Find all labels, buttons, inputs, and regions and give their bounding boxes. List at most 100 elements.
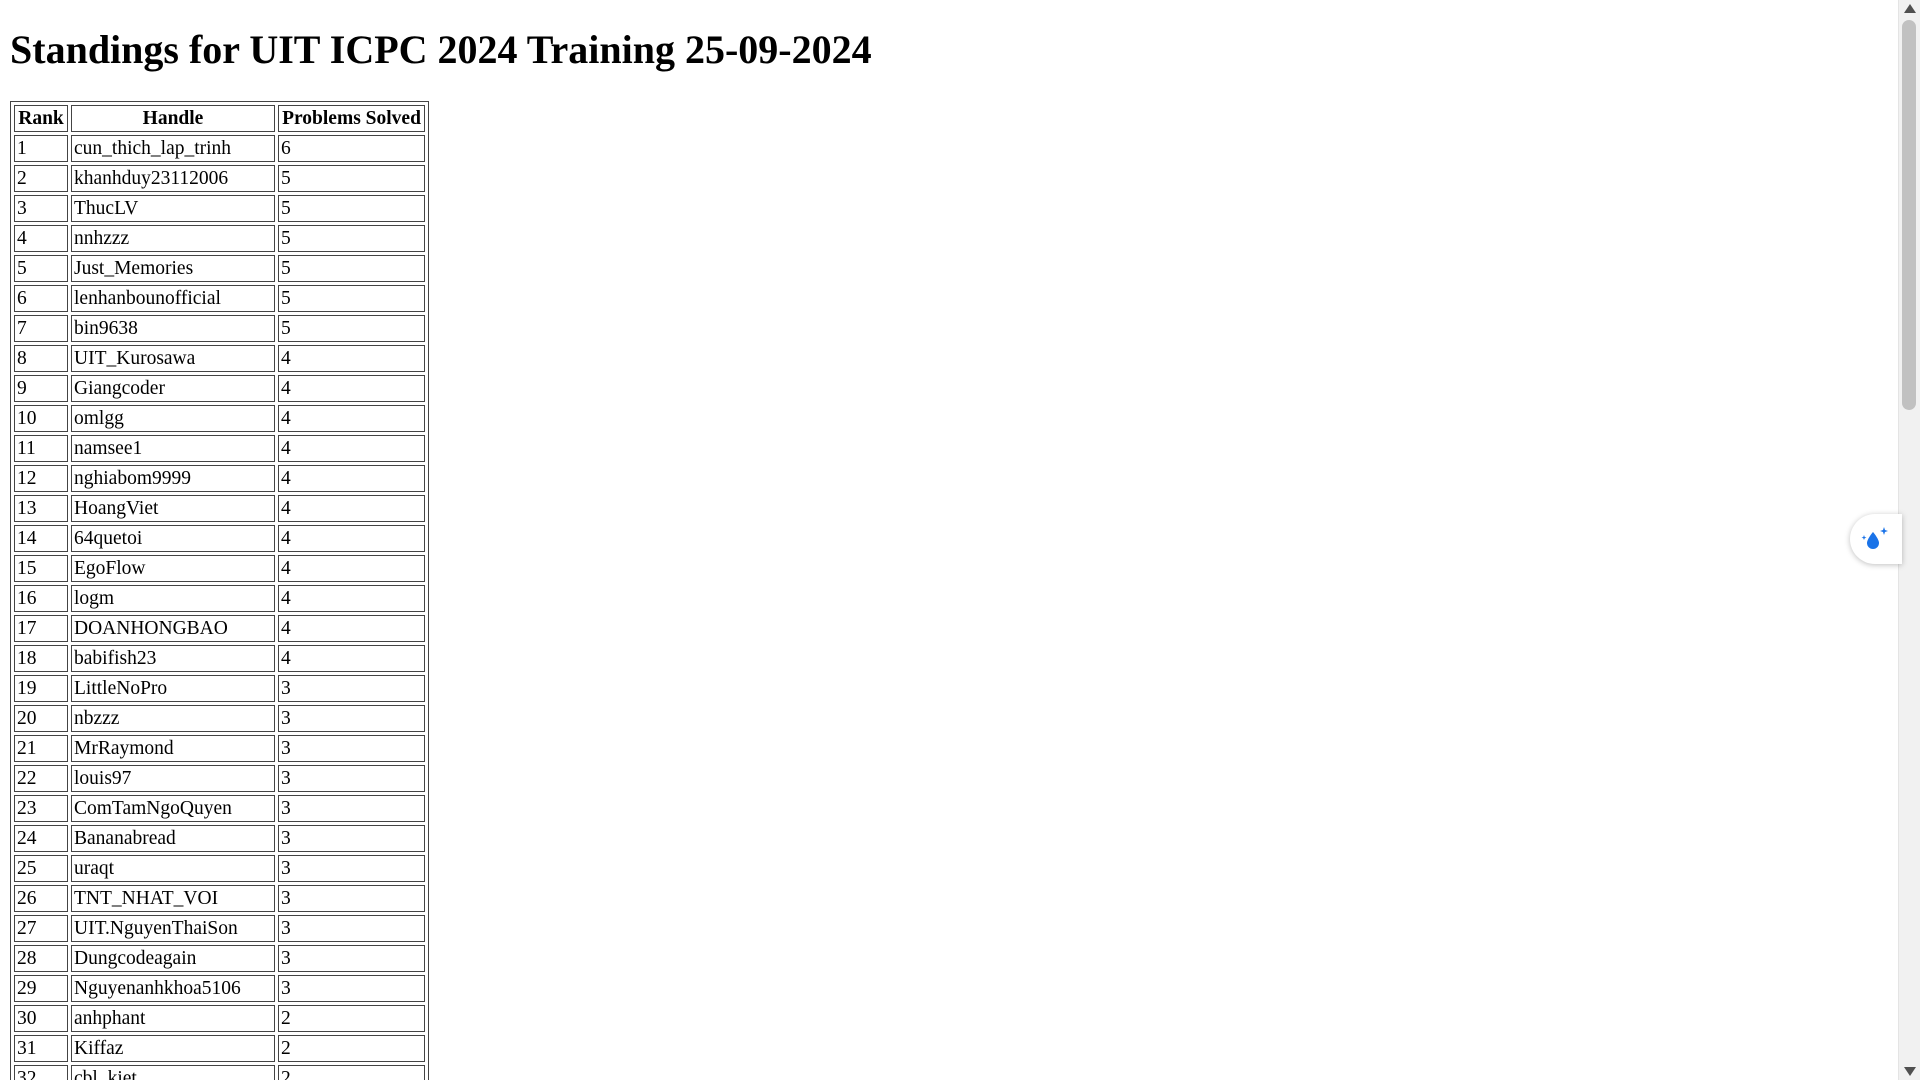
rank-cell: 17 (14, 615, 68, 642)
table-row: 27 UIT.NguyenThaiSon 3 (14, 915, 425, 942)
handle-cell: omlgg (71, 405, 275, 432)
rank-cell: 22 (14, 765, 68, 792)
problems-solved-cell: 5 (278, 195, 425, 222)
problems-solved-cell: 3 (278, 795, 425, 822)
rank-cell: 5 (14, 255, 68, 282)
standings-table: Rank Handle Problems Solved 1 cun_thich_l… (10, 101, 429, 1080)
problems-solved-cell: 3 (278, 915, 425, 942)
rank-cell: 1 (14, 135, 68, 162)
water-drop-sparkle-icon (1861, 527, 1888, 549)
handle-cell: nbzzz (71, 705, 275, 732)
table-row: 2 khanhduy23112006 5 (14, 165, 425, 192)
table-row: 5 Just_Memories 5 (14, 255, 425, 282)
column-header-problems-solved: Problems Solved (278, 105, 425, 132)
scroll-down-arrow-icon[interactable] (1904, 1067, 1916, 1076)
table-row: 15 EgoFlow 4 (14, 555, 425, 582)
table-row: 3 ThucLV 5 (14, 195, 425, 222)
handle-cell: nnhzzz (71, 225, 275, 252)
rank-cell: 20 (14, 705, 68, 732)
rank-cell: 11 (14, 435, 68, 462)
problems-solved-cell: 3 (278, 885, 425, 912)
table-header-row: Rank Handle Problems Solved (14, 105, 425, 132)
problems-solved-cell: 4 (278, 645, 425, 672)
problems-solved-cell: 4 (278, 555, 425, 582)
problems-solved-cell: 6 (278, 135, 425, 162)
handle-cell: cbl_kiet (71, 1065, 275, 1080)
problems-solved-cell: 3 (278, 735, 425, 762)
table-row: 1 cun_thich_lap_trinh 6 (14, 135, 425, 162)
handle-cell: bin9638 (71, 315, 275, 342)
table-row: 19 LittleNoPro 3 (14, 675, 425, 702)
rank-cell: 7 (14, 315, 68, 342)
problems-solved-cell: 5 (278, 165, 425, 192)
table-row: 32 cbl_kiet 2 (14, 1065, 425, 1080)
handle-cell: louis97 (71, 765, 275, 792)
problems-solved-cell: 5 (278, 285, 425, 312)
table-row: 22 louis97 3 (14, 765, 425, 792)
handle-cell: ComTamNgoQuyen (71, 795, 275, 822)
table-row: 30 anhphant 2 (14, 1005, 425, 1032)
problems-solved-cell: 4 (278, 375, 425, 402)
table-row: 26 TNT_NHAT_VOI 3 (14, 885, 425, 912)
rank-cell: 10 (14, 405, 68, 432)
table-row: 24 Bananabread 3 (14, 825, 425, 852)
rank-cell: 6 (14, 285, 68, 312)
table-row: 18 babifish23 4 (14, 645, 425, 672)
handle-cell: babifish23 (71, 645, 275, 672)
problems-solved-cell: 4 (278, 435, 425, 462)
rank-cell: 28 (14, 945, 68, 972)
column-header-rank: Rank (14, 105, 68, 132)
table-row: 14 64quetoi 4 (14, 525, 425, 552)
table-row: 6 lenhanbounofficial 5 (14, 285, 425, 312)
extension-floating-button[interactable] (1850, 514, 1902, 564)
rank-cell: 24 (14, 825, 68, 852)
handle-cell: UIT.NguyenThaiSon (71, 915, 275, 942)
handle-cell: EgoFlow (71, 555, 275, 582)
standings-table-body: 1 cun_thich_lap_trinh 6 2 khanhduy23112006 5 3… (14, 135, 425, 1080)
handle-cell: TNT_NHAT_VOI (71, 885, 275, 912)
rank-cell: 15 (14, 555, 68, 582)
handle-cell: Kiffaz (71, 1035, 275, 1062)
rank-cell: 3 (14, 195, 68, 222)
problems-solved-cell: 4 (278, 345, 425, 372)
table-row: 17 DOANHONGBAO 4 (14, 615, 425, 642)
table-row: 21 MrRaymond 3 (14, 735, 425, 762)
table-row: 25 uraqt 3 (14, 855, 425, 882)
handle-cell: lenhanbounofficial (71, 285, 275, 312)
handle-cell: Dungcodeagain (71, 945, 275, 972)
problems-solved-cell: 4 (278, 495, 425, 522)
handle-cell: Giangcoder (71, 375, 275, 402)
handle-cell: HoangViet (71, 495, 275, 522)
handle-cell: Just_Memories (71, 255, 275, 282)
rank-cell: 31 (14, 1035, 68, 1062)
problems-solved-cell: 2 (278, 1005, 425, 1032)
handle-cell: Bananabread (71, 825, 275, 852)
table-row: 7 bin9638 5 (14, 315, 425, 342)
handle-cell: MrRaymond (71, 735, 275, 762)
problems-solved-cell: 5 (278, 315, 425, 342)
rank-cell: 12 (14, 465, 68, 492)
column-header-handle: Handle (71, 105, 275, 132)
problems-solved-cell: 5 (278, 225, 425, 252)
handle-cell: cun_thich_lap_trinh (71, 135, 275, 162)
rank-cell: 13 (14, 495, 68, 522)
standings-page: Standings for UIT ICPC 2024 Training 25-… (0, 0, 1898, 1080)
rank-cell: 26 (14, 885, 68, 912)
problems-solved-cell: 4 (278, 585, 425, 612)
rank-cell: 23 (14, 795, 68, 822)
handle-cell: logm (71, 585, 275, 612)
problems-solved-cell: 4 (278, 615, 425, 642)
scroll-up-arrow-icon[interactable] (1904, 4, 1916, 13)
rank-cell: 30 (14, 1005, 68, 1032)
handle-cell: khanhduy23112006 (71, 165, 275, 192)
scrollbar-thumb[interactable] (1902, 20, 1916, 410)
problems-solved-cell: 3 (278, 675, 425, 702)
problems-solved-cell: 4 (278, 405, 425, 432)
problems-solved-cell: 2 (278, 1035, 425, 1062)
table-row: 4 nnhzzz 5 (14, 225, 425, 252)
rank-cell: 8 (14, 345, 68, 372)
handle-cell: LittleNoPro (71, 675, 275, 702)
rank-cell: 14 (14, 525, 68, 552)
rank-cell: 9 (14, 375, 68, 402)
rank-cell: 18 (14, 645, 68, 672)
